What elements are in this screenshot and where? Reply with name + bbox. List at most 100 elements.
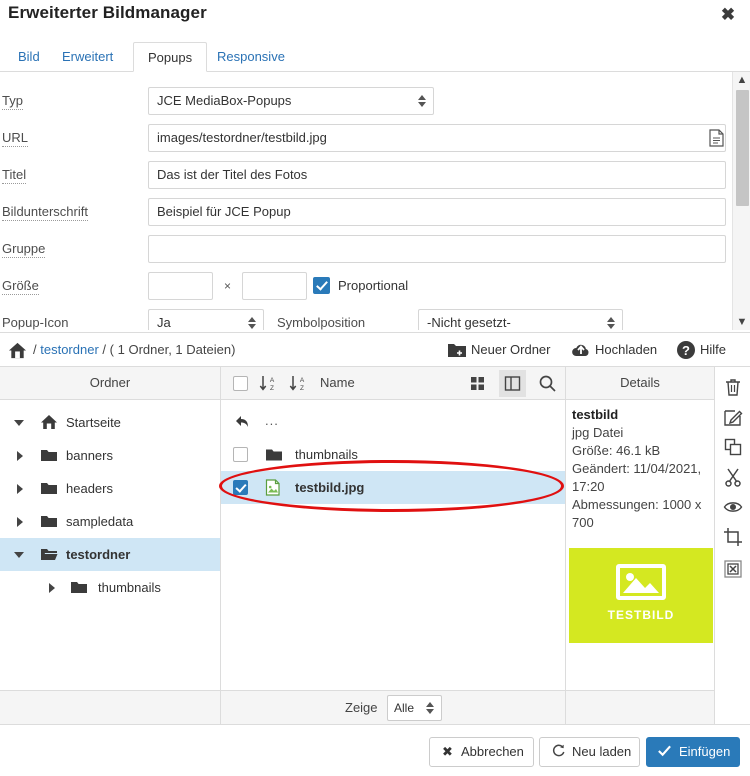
- breadcrumb-sep-2: /: [102, 342, 107, 357]
- files-footer: Zeige Alle: [221, 690, 566, 724]
- chevron-right-icon[interactable]: [16, 517, 25, 527]
- chevron-right-icon[interactable]: [16, 451, 25, 461]
- check-icon: [657, 743, 672, 761]
- preview-eye-icon[interactable]: [723, 497, 743, 517]
- sort-asc-icon[interactable]: A Z: [259, 375, 279, 392]
- file-row-thumbnails[interactable]: thumbnails: [221, 438, 565, 471]
- folder-icon: [40, 513, 58, 529]
- chevron-down-icon[interactable]: [14, 418, 24, 427]
- folder-open-icon: [40, 546, 58, 562]
- popup-icon-select[interactable]: Ja: [148, 309, 264, 330]
- insert-button[interactable]: Einfügen: [646, 737, 740, 767]
- bildunterschrift-input[interactable]: Beispiel für JCE Popup: [148, 198, 726, 226]
- svg-text:Z: Z: [270, 385, 274, 392]
- label-gruppe: Gruppe: [2, 241, 46, 258]
- tree-item-startseite[interactable]: Startseite: [0, 406, 220, 439]
- typ-select[interactable]: JCE MediaBox-Popups: [148, 87, 434, 115]
- url-input[interactable]: images/testordner/testbild.jpg: [148, 124, 726, 152]
- show-count-select[interactable]: Alle: [387, 695, 442, 721]
- tab-erweitert[interactable]: Erweitert: [48, 42, 127, 72]
- scrollbar-thumb[interactable]: [736, 90, 749, 206]
- tree-item-sampledata[interactable]: sampledata: [0, 505, 220, 538]
- copy-icon[interactable]: [723, 437, 743, 457]
- close-icon[interactable]: ✖: [716, 3, 740, 27]
- dialog-buttons: ✖ Abbrechen Neu laden Einfügen: [0, 735, 750, 776]
- tree-item-thumbnails[interactable]: thumbnails: [0, 571, 220, 604]
- row-checkbox[interactable]: [233, 480, 248, 495]
- details-thumbnail[interactable]: TESTBILD: [569, 548, 713, 643]
- symbolposition-select-wrapper[interactable]: -Nicht gesetzt-: [418, 309, 623, 330]
- gruppe-input[interactable]: [148, 235, 726, 263]
- list-view-icon[interactable]: [499, 370, 526, 397]
- label-symbolposition: Symbolposition: [277, 315, 366, 330]
- cancel-button[interactable]: ✖ Abbrechen: [429, 737, 534, 767]
- home-icon[interactable]: [8, 341, 27, 360]
- paste-cancel-icon[interactable]: [723, 559, 743, 579]
- back-arrow-icon[interactable]: [233, 414, 250, 429]
- document-browse-icon[interactable]: [709, 129, 724, 147]
- image-file-icon: [265, 479, 283, 496]
- tree-item-testordner[interactable]: testordner: [0, 538, 220, 571]
- details-size: Größe: 46.1 kB: [572, 443, 661, 458]
- page-title: Erweiterter Bildmanager: [8, 3, 207, 22]
- proportional-label: Proportional: [338, 278, 409, 293]
- trash-icon[interactable]: [723, 377, 743, 397]
- typ-select-wrapper[interactable]: JCE MediaBox-Popups: [148, 87, 434, 115]
- tab-responsive[interactable]: Responsive: [203, 42, 299, 72]
- file-row-up[interactable]: ...: [221, 405, 565, 438]
- popup-settings-form: Typ JCE MediaBox-Popups URL images/testo…: [0, 72, 750, 330]
- breadcrumb-sep-1: /: [33, 342, 37, 357]
- svg-text:Z: Z: [300, 385, 304, 392]
- search-icon[interactable]: [534, 370, 561, 397]
- svg-text:A: A: [270, 377, 275, 384]
- popup-icon-select-wrapper[interactable]: Ja: [148, 309, 264, 330]
- select-all-checkbox[interactable]: [233, 376, 248, 391]
- tree-label: testordner: [66, 547, 131, 562]
- edit-icon[interactable]: [723, 407, 743, 427]
- row-checkbox[interactable]: [233, 447, 248, 462]
- files-column-header: A Z A Z Name: [221, 367, 566, 400]
- label-typ: Typ: [2, 93, 23, 110]
- tree-item-banners[interactable]: banners: [0, 439, 220, 472]
- scroll-down-icon[interactable]: ▼: [733, 314, 750, 330]
- chevron-down-icon[interactable]: [14, 550, 24, 559]
- tab-bild[interactable]: Bild: [4, 42, 54, 72]
- details-type: jpg Datei: [572, 425, 624, 440]
- crop-icon[interactable]: [723, 527, 743, 547]
- browser-bottom-divider: [0, 724, 750, 725]
- svg-text:A: A: [300, 377, 305, 384]
- titel-input[interactable]: Das ist der Titel des Fotos: [148, 161, 726, 189]
- folder-icon: [265, 446, 283, 463]
- file-browser: Ordner A Z A Z Name Details Startseite b…: [0, 367, 750, 724]
- dialog-titlebar: Erweiterter Bildmanager ✖: [0, 0, 750, 40]
- grid-view-icon[interactable]: [464, 370, 491, 397]
- details-footer: [566, 690, 714, 724]
- chevron-right-icon[interactable]: [16, 484, 25, 494]
- details-dimensions: Abmessungen: 1000 x 700: [572, 497, 702, 530]
- form-scrollbar[interactable]: ▲ ▼: [732, 72, 750, 330]
- thumbnail-label: TESTBILD: [607, 608, 675, 622]
- cut-icon[interactable]: [723, 467, 743, 487]
- reload-button[interactable]: Neu laden: [539, 737, 640, 767]
- sort-desc-icon[interactable]: A Z: [289, 375, 309, 392]
- tree-label: banners: [66, 448, 113, 463]
- groesse-width-input[interactable]: [148, 272, 213, 300]
- groesse-height-input[interactable]: [242, 272, 307, 300]
- chevron-right-icon[interactable]: [48, 583, 57, 593]
- breadcrumb-link-testordner[interactable]: testordner: [40, 342, 99, 357]
- scroll-up-icon[interactable]: ▲: [733, 72, 750, 88]
- proportional-checkbox[interactable]: [313, 277, 330, 294]
- tree-label: thumbnails: [98, 580, 161, 595]
- refresh-icon: [551, 743, 566, 761]
- label-popup-icon: Popup-Icon: [2, 315, 69, 330]
- home-icon: [40, 414, 58, 430]
- symbolposition-select[interactable]: -Nicht gesetzt-: [418, 309, 623, 330]
- breadcrumb: / testordner / ( 1 Ordner, 1 Dateien): [33, 342, 235, 357]
- file-row-testbild[interactable]: testbild.jpg: [221, 471, 565, 504]
- tab-popups[interactable]: Popups: [133, 42, 208, 72]
- folder-icon: [40, 447, 58, 463]
- tree-item-headers[interactable]: headers: [0, 472, 220, 505]
- help-icon: ?: [676, 340, 696, 360]
- file-list-pane: ... thumbnails testbild.jpg: [221, 400, 566, 724]
- label-titel: Titel: [2, 167, 27, 184]
